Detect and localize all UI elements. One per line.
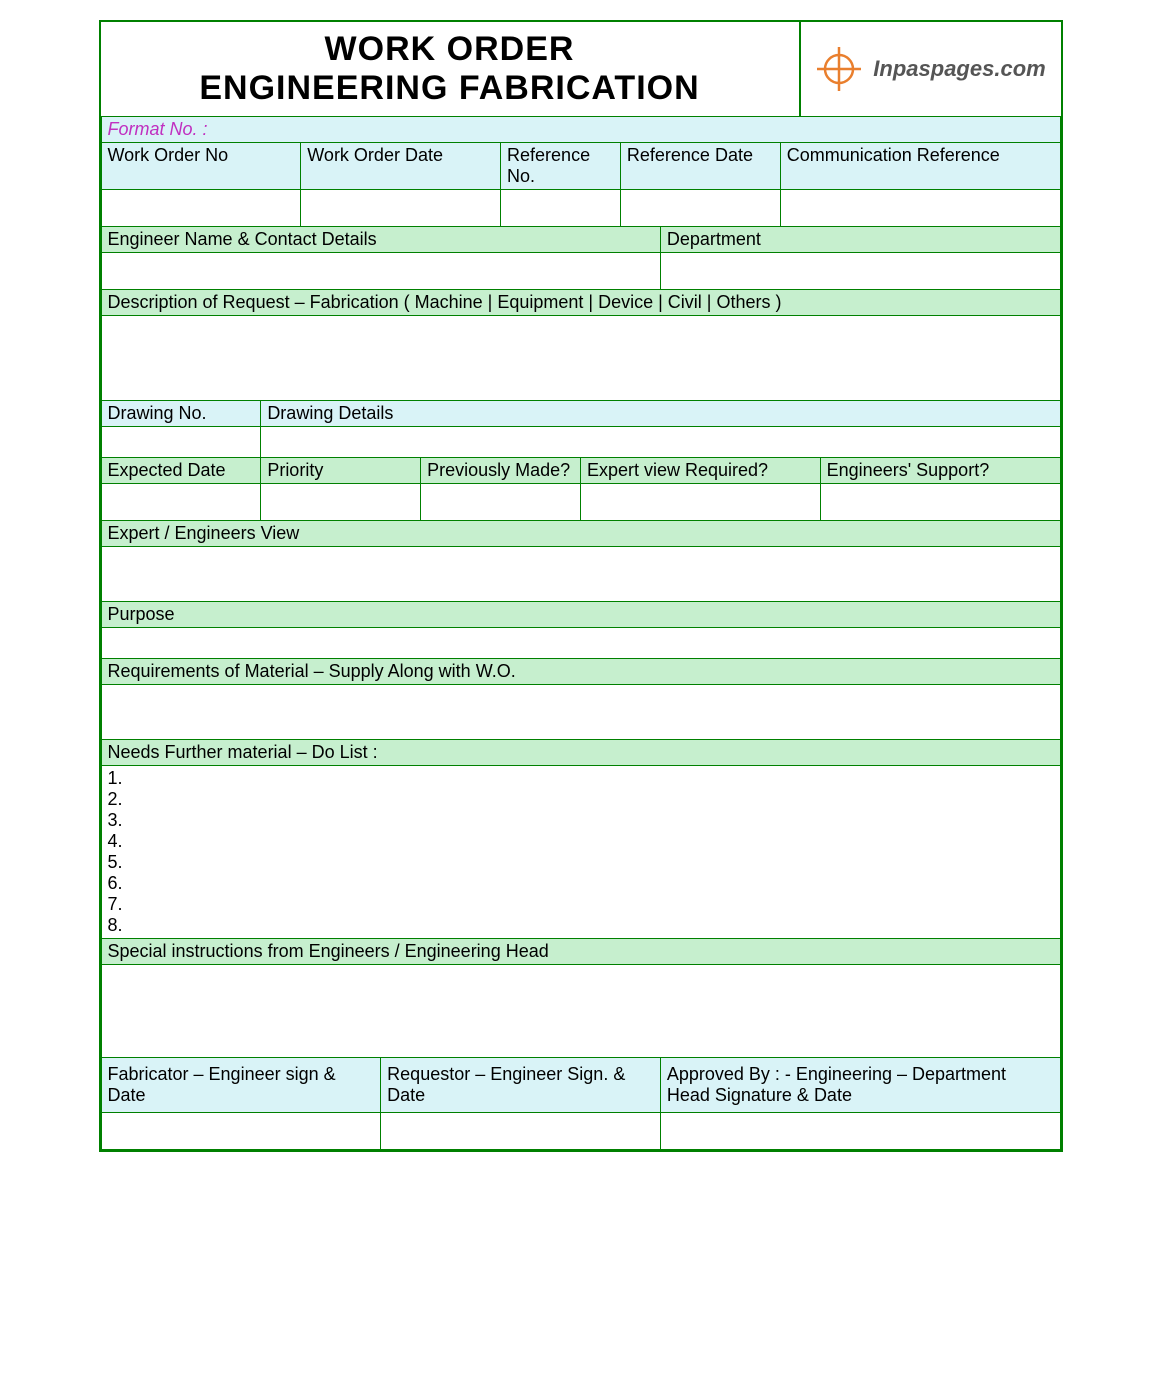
crosshair-icon xyxy=(815,45,863,93)
expert-view-label: Expert / Engineers View xyxy=(101,521,1060,547)
drawing-no-label: Drawing No. xyxy=(101,401,261,427)
requestor-sig-field[interactable] xyxy=(381,1113,661,1150)
drawing-no-field[interactable] xyxy=(101,427,261,458)
desc-field[interactable] xyxy=(101,316,1060,401)
title-line1: WORK ORDER xyxy=(101,30,799,69)
approved-sig-field[interactable] xyxy=(660,1113,1060,1150)
work-order-date-label: Work Order Date xyxy=(301,143,501,190)
work-order-no-label: Work Order No xyxy=(101,143,301,190)
reference-date-label: Reference Date xyxy=(620,143,780,190)
special-instr-label: Special instructions from Engineers / En… xyxy=(101,939,1060,965)
engineer-field[interactable] xyxy=(101,253,660,290)
purpose-field[interactable] xyxy=(101,628,1060,659)
expert-req-label: Expert view Required? xyxy=(580,458,820,484)
do-list-3: 3. xyxy=(108,810,1054,831)
do-list-1: 1. xyxy=(108,768,1054,789)
work-order-no-field[interactable] xyxy=(101,190,301,227)
do-list-8: 8. xyxy=(108,915,1054,936)
fabricator-sig-label: Fabricator – Engineer sign & Date xyxy=(101,1058,381,1113)
format-no-label: Format No. : xyxy=(101,117,1060,143)
desc-label: Description of Request – Fabrication ( M… xyxy=(101,290,1060,316)
priority-field[interactable] xyxy=(261,484,421,521)
reference-no-field[interactable] xyxy=(501,190,621,227)
do-list-6: 6. xyxy=(108,873,1054,894)
prev-made-label: Previously Made? xyxy=(421,458,581,484)
special-instr-field[interactable] xyxy=(101,965,1060,1058)
reference-date-field[interactable] xyxy=(620,190,780,227)
expected-date-field[interactable] xyxy=(101,484,261,521)
expert-view-field[interactable] xyxy=(101,547,1060,602)
purpose-label: Purpose xyxy=(101,602,1060,628)
department-label: Department xyxy=(660,227,1060,253)
drawing-details-field[interactable] xyxy=(261,427,1060,458)
comm-ref-label: Communication Reference xyxy=(780,143,1060,190)
logo-cell: Inpaspages.com xyxy=(799,22,1061,116)
prev-made-field[interactable] xyxy=(421,484,581,521)
do-list-5: 5. xyxy=(108,852,1054,873)
do-list-field[interactable]: 1. 2. 3. 4. 5. 6. 7. 8. xyxy=(101,766,1060,939)
approved-sig-label: Approved By : - Engineering – Department… xyxy=(660,1058,1060,1113)
eng-support-label: Engineers' Support? xyxy=(820,458,1060,484)
do-list-4: 4. xyxy=(108,831,1054,852)
eng-support-field[interactable] xyxy=(820,484,1060,521)
do-list-7: 7. xyxy=(108,894,1054,915)
reference-no-label: Reference No. xyxy=(501,143,621,190)
fabricator-sig-field[interactable] xyxy=(101,1113,381,1150)
form-header: WORK ORDER ENGINEERING FABRICATION Inpas… xyxy=(101,22,1061,116)
req-material-field[interactable] xyxy=(101,685,1060,740)
expert-req-field[interactable] xyxy=(580,484,820,521)
requestor-sig-label: Requestor – Engineer Sign. & Date xyxy=(381,1058,661,1113)
do-list-2: 2. xyxy=(108,789,1054,810)
expected-date-label: Expected Date xyxy=(101,458,261,484)
work-order-date-field[interactable] xyxy=(301,190,501,227)
title-line2: ENGINEERING FABRICATION xyxy=(101,69,799,108)
logo-text: Inpaspages.com xyxy=(873,56,1045,82)
form-table: Format No. : Work Order No Work Order Da… xyxy=(101,116,1061,1150)
department-field[interactable] xyxy=(660,253,1060,290)
engineer-label: Engineer Name & Contact Details xyxy=(101,227,660,253)
work-order-form: WORK ORDER ENGINEERING FABRICATION Inpas… xyxy=(99,20,1063,1152)
title-cell: WORK ORDER ENGINEERING FABRICATION xyxy=(101,22,799,116)
comm-ref-field[interactable] xyxy=(780,190,1060,227)
do-list-label: Needs Further material – Do List : xyxy=(101,740,1060,766)
drawing-details-label: Drawing Details xyxy=(261,401,1060,427)
req-material-label: Requirements of Material – Supply Along … xyxy=(101,659,1060,685)
priority-label: Priority xyxy=(261,458,421,484)
